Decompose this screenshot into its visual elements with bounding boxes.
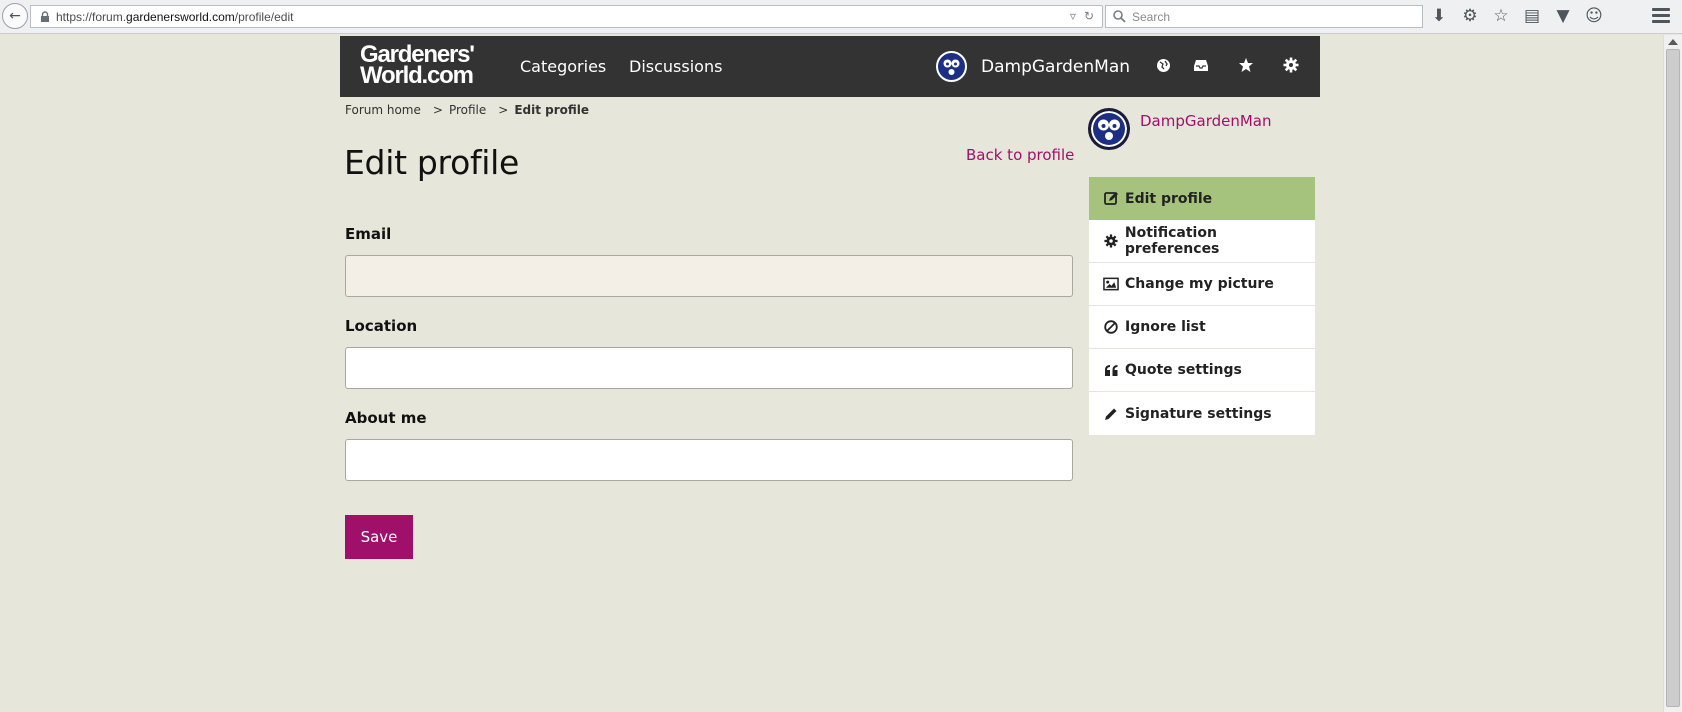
sidebar-item-edit-profile[interactable]: Edit profile	[1089, 177, 1315, 220]
search-icon	[1113, 10, 1126, 23]
header-username[interactable]: DampGardenMan	[981, 57, 1130, 77]
url-prefix: https://forum.	[56, 10, 127, 24]
ban-icon	[1103, 319, 1119, 335]
scroll-up-icon[interactable]	[1668, 39, 1678, 45]
sidebar-item-label: Edit profile	[1125, 190, 1213, 207]
back-to-profile-link[interactable]: Back to profile	[966, 146, 1074, 164]
location-field[interactable]	[345, 347, 1073, 389]
url-bar[interactable]: https://forum.gardenersworld.com/profile…	[30, 5, 1103, 28]
gear-icon	[1103, 233, 1119, 249]
globe-icon[interactable]	[1154, 56, 1172, 74]
dropdown-arrow-icon[interactable]: ▿	[1070, 9, 1076, 23]
sidebar-item-quote-settings[interactable]: Quote settings	[1089, 349, 1315, 392]
lock-icon	[41, 11, 49, 22]
sidebar-item-label: Signature settings	[1125, 405, 1272, 422]
profile-menu: Edit profile Notification preferences Ch…	[1089, 177, 1315, 435]
sidebar-item-label: Ignore list	[1125, 319, 1206, 335]
chat-icon[interactable]: ☺	[1585, 6, 1603, 26]
email-label: Email	[345, 225, 392, 243]
url-domain: gardenersworld.com	[126, 10, 235, 24]
url-path: /profile/edit	[234, 10, 294, 24]
sidebar-item-notification-preferences[interactable]: Notification preferences	[1089, 220, 1315, 263]
image-icon	[1103, 276, 1119, 292]
breadcrumb-separator: >	[498, 103, 509, 117]
save-button[interactable]: Save	[345, 515, 413, 559]
site-header: Gardeners' World.com Categories Discussi…	[340, 36, 1320, 97]
breadcrumb: Forum home > Profile > Edit profile	[345, 103, 589, 117]
email-field[interactable]	[345, 255, 1073, 297]
sidebar-username[interactable]: DampGardenMan	[1140, 112, 1272, 130]
sidebar-avatar[interactable]	[1088, 108, 1130, 150]
breadcrumb-profile[interactable]: Profile	[449, 103, 486, 117]
bookmark-star-icon[interactable]: ☆	[1492, 6, 1510, 26]
sidebar-item-label: Notification preferences	[1124, 225, 1220, 257]
back-arrow-icon[interactable]: ←	[2, 3, 28, 29]
settings-gear-icon[interactable]: ⚙	[1461, 6, 1479, 26]
avatar[interactable]	[936, 51, 967, 82]
pencil-icon	[1103, 406, 1119, 422]
quote-icon	[1103, 362, 1119, 378]
search-placeholder: Search	[1132, 10, 1171, 24]
about-me-field[interactable]	[345, 439, 1073, 481]
pocket-icon[interactable]: ▼	[1554, 6, 1572, 26]
site-logo[interactable]: Gardeners' World.com	[360, 43, 475, 88]
page-title: Edit profile	[344, 143, 520, 182]
download-icon[interactable]: ⬇	[1430, 6, 1448, 26]
browser-search-input[interactable]: Search	[1105, 5, 1423, 28]
reload-icon[interactable]: ↻	[1084, 9, 1094, 23]
breadcrumb-forum-home[interactable]: Forum home	[345, 103, 421, 117]
about-me-label: About me	[345, 409, 427, 427]
browser-toolbar: ← https://forum.gardenersworld.com/profi…	[0, 0, 1682, 34]
hamburger-menu-icon[interactable]	[1652, 6, 1670, 26]
reading-list-icon[interactable]: ▤	[1523, 6, 1541, 26]
location-label: Location	[345, 317, 418, 335]
sidebar-item-label: Change my picture	[1125, 276, 1274, 292]
sidebar-item-change-picture[interactable]: Change my picture	[1089, 263, 1315, 306]
inbox-icon[interactable]	[1192, 56, 1210, 74]
gear-icon[interactable]	[1282, 56, 1300, 74]
star-icon[interactable]	[1237, 56, 1255, 74]
page-scrollbar[interactable]	[1663, 35, 1682, 712]
nav-categories[interactable]: Categories	[520, 57, 606, 76]
scroll-thumb[interactable]	[1666, 49, 1680, 707]
breadcrumb-separator: >	[432, 103, 443, 117]
sidebar-item-ignore-list[interactable]: Ignore list	[1089, 306, 1315, 349]
nav-discussions[interactable]: Discussions	[629, 57, 722, 76]
sidebar-item-signature-settings[interactable]: Signature settings	[1089, 392, 1315, 435]
sidebar-item-label: Quote settings	[1125, 362, 1242, 378]
breadcrumb-current: Edit profile	[514, 103, 590, 117]
edit-icon	[1103, 191, 1119, 207]
